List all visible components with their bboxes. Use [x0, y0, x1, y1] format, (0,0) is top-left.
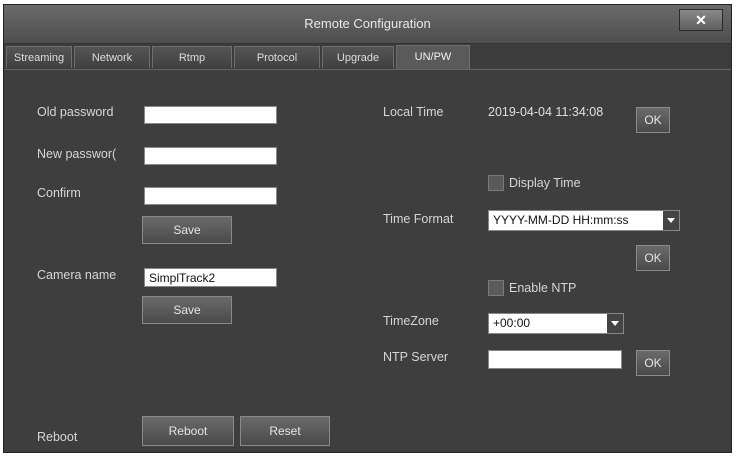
time-format-ok-button[interactable]: OK: [636, 245, 670, 271]
tab-upgrade[interactable]: Upgrade: [322, 46, 394, 68]
camera-name-field[interactable]: SimplTrack2: [144, 268, 277, 287]
timezone-value: +00:00: [493, 316, 531, 330]
window-title: Remote Configuration: [304, 16, 431, 31]
display-time-label: Display Time: [509, 176, 581, 190]
new-password-field[interactable]: [144, 147, 277, 165]
time-format-value: YYYY-MM-DD HH:mm:ss: [493, 213, 629, 227]
local-time-ok-button[interactable]: OK: [636, 107, 670, 133]
old-password-label: Old password: [37, 105, 114, 119]
enable-ntp-checkbox[interactable]: [488, 280, 504, 296]
remote-configuration-window: Remote Configuration ✕ Streaming Network…: [3, 4, 732, 453]
enable-ntp-label: Enable NTP: [509, 281, 577, 295]
tab-rtmp[interactable]: Rtmp: [152, 46, 232, 68]
save-password-button[interactable]: Save: [142, 216, 232, 244]
un-pw-panel: Old password New passwor( Confirm Save C…: [4, 70, 731, 452]
time-format-label: Time Format: [383, 212, 454, 226]
new-password-label: New passwor(: [37, 147, 117, 161]
close-button[interactable]: ✕: [679, 9, 723, 31]
tab-protocol[interactable]: Protocol: [234, 46, 320, 68]
chevron-down-icon: [663, 211, 679, 230]
tab-bar: Streaming Network Rtmp Protocol Upgrade …: [4, 44, 731, 70]
ntp-server-field[interactable]: [488, 350, 622, 369]
timezone-select[interactable]: +00:00: [488, 313, 624, 334]
tab-un-pw[interactable]: UN/PW: [396, 45, 470, 69]
tab-streaming[interactable]: Streaming: [6, 46, 72, 68]
camera-name-label: Camera name: [37, 268, 117, 282]
reset-button[interactable]: Reset: [240, 416, 330, 446]
reboot-button[interactable]: Reboot: [142, 416, 234, 446]
old-password-field[interactable]: [144, 106, 277, 124]
display-time-checkbox[interactable]: [488, 175, 504, 191]
reboot-label: Reboot: [37, 430, 78, 444]
local-time-label: Local Time: [383, 105, 444, 119]
local-time-value: 2019-04-04 11:34:08: [488, 105, 604, 119]
confirm-password-field[interactable]: [144, 187, 277, 205]
confirm-password-label: Confirm: [37, 186, 81, 200]
title-bar: Remote Configuration ✕: [4, 5, 731, 44]
ntp-server-ok-button[interactable]: OK: [636, 350, 670, 376]
tab-network[interactable]: Network: [74, 46, 150, 68]
chevron-down-icon: [607, 314, 623, 333]
save-camera-name-button[interactable]: Save: [142, 296, 232, 324]
time-format-select[interactable]: YYYY-MM-DD HH:mm:ss: [488, 210, 680, 231]
timezone-label: TimeZone: [383, 314, 439, 328]
ntp-server-label: NTP Server: [383, 350, 449, 364]
